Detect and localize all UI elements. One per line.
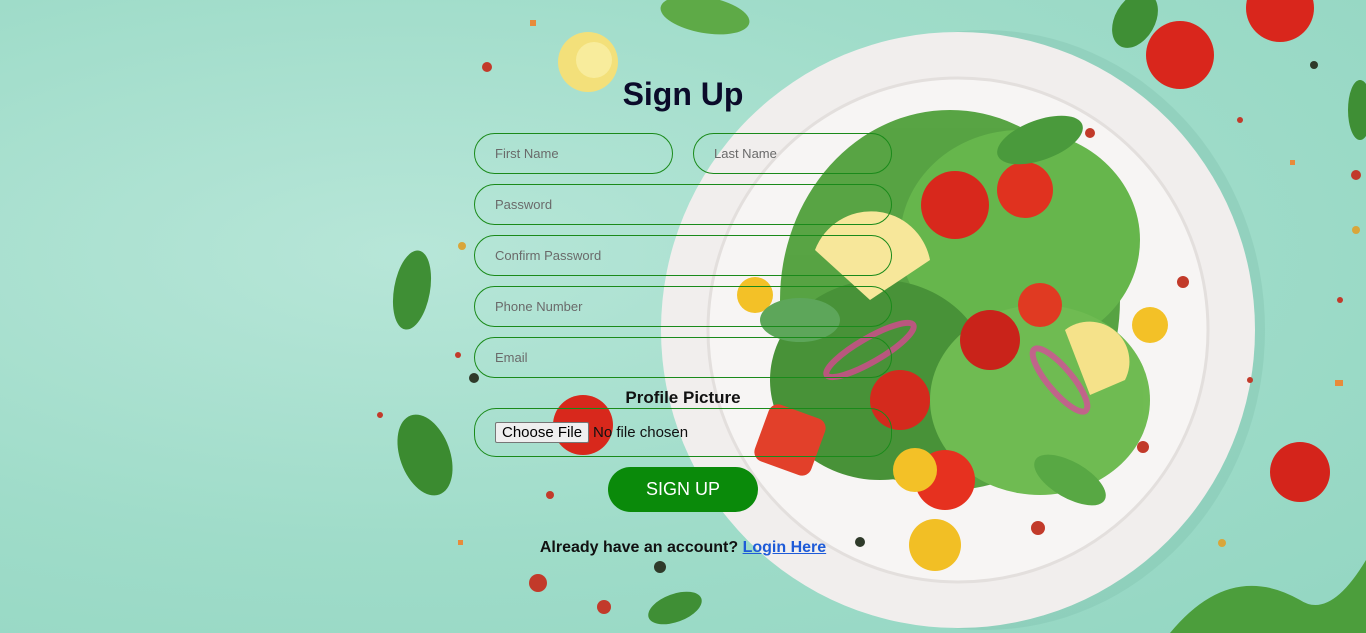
choose-file-button[interactable]: Choose File (495, 422, 590, 443)
login-prompt: Already have an account? Login Here (474, 539, 892, 557)
signup-form: Sign Up Profile Picture Choose File No f… (474, 0, 892, 633)
profile-picture-file-input[interactable]: Choose File No file chosen (474, 408, 892, 457)
file-status-text: No file chosen (593, 424, 689, 441)
last-name-input[interactable] (693, 133, 892, 174)
confirm-password-input[interactable] (474, 235, 892, 276)
login-prompt-text: Already have an account? (539, 539, 739, 556)
password-input[interactable] (474, 184, 892, 225)
first-name-input[interactable] (474, 133, 673, 174)
email-input[interactable] (474, 337, 892, 378)
page-title: Sign Up (622, 76, 744, 112)
login-here-link[interactable]: Login Here (743, 539, 827, 556)
profile-picture-label: Profile Picture (625, 388, 741, 407)
phone-number-input[interactable] (474, 286, 892, 327)
sign-up-button[interactable]: SIGN UP (608, 467, 758, 512)
